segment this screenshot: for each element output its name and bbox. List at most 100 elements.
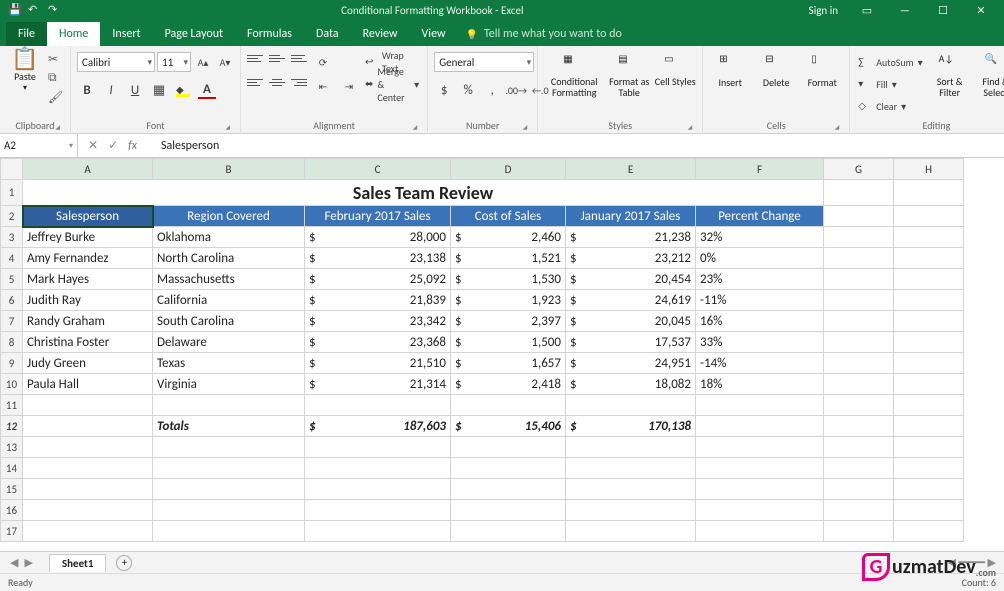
cell-name[interactable]: Christina Foster (23, 332, 153, 353)
sort-filter-button[interactable]: A↓Sort & Filter (929, 48, 971, 98)
tab-view[interactable]: View (410, 22, 458, 46)
select-all-corner[interactable] (1, 159, 23, 180)
column-header-F[interactable]: F (696, 159, 824, 180)
decrease-indent-icon[interactable]: ⇤ (313, 76, 333, 96)
formula-input[interactable]: Salesperson (155, 134, 1004, 157)
tab-formulas[interactable]: Formulas (235, 22, 304, 46)
row-header-3[interactable]: 3 (1, 227, 23, 248)
orientation-icon[interactable]: ⟳ (313, 52, 333, 72)
border-button[interactable]: ▦ (149, 80, 169, 100)
tab-page-layout[interactable]: Page Layout (153, 22, 235, 46)
merge-center-button[interactable]: ⬌Merge & Center ▾ (363, 74, 421, 94)
redo-icon[interactable]: ↷ (48, 3, 62, 17)
header-cell-1[interactable]: Region Covered (153, 206, 305, 227)
cell-jan[interactable]: $21,238 (566, 227, 696, 248)
tab-home[interactable]: Home (47, 22, 100, 46)
cell-cost[interactable]: $1,923 (451, 290, 566, 311)
cell-pct[interactable]: 18% (696, 374, 824, 395)
row-header-11[interactable]: 11 (1, 395, 23, 416)
column-header-E[interactable]: E (566, 159, 696, 180)
cell-feb[interactable]: $23,138 (305, 248, 451, 269)
autosum-button[interactable]: ∑AutoSum ▾ (856, 52, 924, 72)
cell-jan[interactable]: $24,951 (566, 353, 696, 374)
cell-name[interactable]: Amy Fernandez (23, 248, 153, 269)
tab-insert[interactable]: Insert (100, 22, 152, 46)
increase-decimal-icon[interactable]: .00→ (506, 80, 526, 100)
insert-cells-button[interactable]: ⊞Insert (709, 48, 751, 89)
fill-color-button[interactable]: ◆ (173, 80, 193, 100)
cell-region[interactable]: Oklahoma (153, 227, 305, 248)
cell-cost[interactable]: $2,460 (451, 227, 566, 248)
cell-region[interactable]: South Carolina (153, 311, 305, 332)
title-cell[interactable]: Sales Team Review (23, 180, 824, 206)
cell-name[interactable]: Judith Ray (23, 290, 153, 311)
header-cell-4[interactable]: January 2017 Sales (566, 206, 696, 227)
format-cells-button[interactable]: ▯Format (801, 48, 843, 89)
cell-name[interactable]: Randy Graham (23, 311, 153, 332)
cell-region[interactable]: North Carolina (153, 248, 305, 269)
increase-font-icon[interactable]: A▴ (193, 52, 213, 72)
enter-formula-icon[interactable]: ✓ (108, 138, 118, 153)
cell-feb[interactable]: $23,368 (305, 332, 451, 353)
format-as-table-button[interactable]: ▤Format as Table (608, 48, 650, 98)
minimize-icon[interactable]: — (896, 4, 914, 17)
cell-feb[interactable]: $21,510 (305, 353, 451, 374)
row-header-5[interactable]: 5 (1, 269, 23, 290)
row-header-15[interactable]: 15 (1, 479, 23, 500)
find-select-button[interactable]: 🔍Find & Select (975, 48, 1004, 98)
cell-pct[interactable]: 33% (696, 332, 824, 353)
decrease-font-icon[interactable]: A▾ (215, 52, 235, 72)
italic-button[interactable]: I (101, 80, 121, 100)
fx-icon[interactable]: fx (128, 139, 145, 153)
header-cell-3[interactable]: Cost of Sales (451, 206, 566, 227)
cell-jan[interactable]: $17,537 (566, 332, 696, 353)
cell-feb[interactable]: $28,000 (305, 227, 451, 248)
row-header-7[interactable]: 7 (1, 311, 23, 332)
clear-button[interactable]: ◇Clear ▾ (856, 96, 924, 116)
percent-format-icon[interactable]: % (458, 80, 478, 100)
font-name-combo[interactable]: Calibri (77, 52, 155, 72)
fill-button[interactable]: ▾Fill ▾ (856, 74, 924, 94)
column-header-D[interactable]: D (451, 159, 566, 180)
paste-button[interactable]: 📋 Paste ▾ (6, 48, 44, 93)
bold-button[interactable]: B (77, 80, 97, 100)
sheet-tab[interactable]: Sheet1 (49, 554, 107, 572)
sign-in-link[interactable]: Sign in (809, 4, 838, 17)
cell-pct[interactable]: 32% (696, 227, 824, 248)
row-header-13[interactable]: 13 (1, 437, 23, 458)
cell-styles-button[interactable]: ▭Cell Styles (654, 48, 696, 87)
row-header-6[interactable]: 6 (1, 290, 23, 311)
cell-region[interactable]: Massachusetts (153, 269, 305, 290)
cell-region[interactable]: Virginia (153, 374, 305, 395)
cell-region[interactable]: Texas (153, 353, 305, 374)
accounting-format-icon[interactable]: $ (434, 80, 454, 100)
cell-pct[interactable]: -14% (696, 353, 824, 374)
tab-review[interactable]: Review (351, 22, 410, 46)
maximize-icon[interactable]: ☐ (934, 4, 952, 17)
tell-me-box[interactable]: Tell me what you want to do (458, 22, 630, 46)
ribbon-options-icon[interactable]: ▭ (858, 4, 876, 17)
totals-cost[interactable]: $15,406 (451, 416, 566, 437)
align-bottom-icon[interactable] (291, 52, 307, 64)
number-format-combo[interactable]: General (434, 52, 534, 72)
cell-pct[interactable]: 0% (696, 248, 824, 269)
cell-pct[interactable]: -11% (696, 290, 824, 311)
cell-cost[interactable]: $2,397 (451, 311, 566, 332)
row-header-12[interactable]: 12 (1, 416, 23, 437)
alignment-buttons[interactable]: ⟳ ⇤ ⇥ (247, 48, 359, 96)
align-right-icon[interactable] (291, 76, 307, 88)
cell-cost[interactable]: $1,530 (451, 269, 566, 290)
cell-jan[interactable]: $18,082 (566, 374, 696, 395)
cell-jan[interactable]: $24,619 (566, 290, 696, 311)
row-header-16[interactable]: 16 (1, 500, 23, 521)
align-top-icon[interactable] (247, 52, 263, 64)
comma-format-icon[interactable]: , (482, 80, 502, 100)
font-size-combo[interactable]: 11 (157, 52, 191, 72)
sheet-nav-next-icon[interactable]: ▶ (24, 556, 32, 569)
row-header-10[interactable]: 10 (1, 374, 23, 395)
column-header-C[interactable]: C (305, 159, 451, 180)
close-icon[interactable]: ✕ (972, 4, 990, 17)
undo-icon[interactable]: ↶ (28, 3, 42, 17)
header-cell-2[interactable]: February 2017 Sales (305, 206, 451, 227)
row-header-8[interactable]: 8 (1, 332, 23, 353)
